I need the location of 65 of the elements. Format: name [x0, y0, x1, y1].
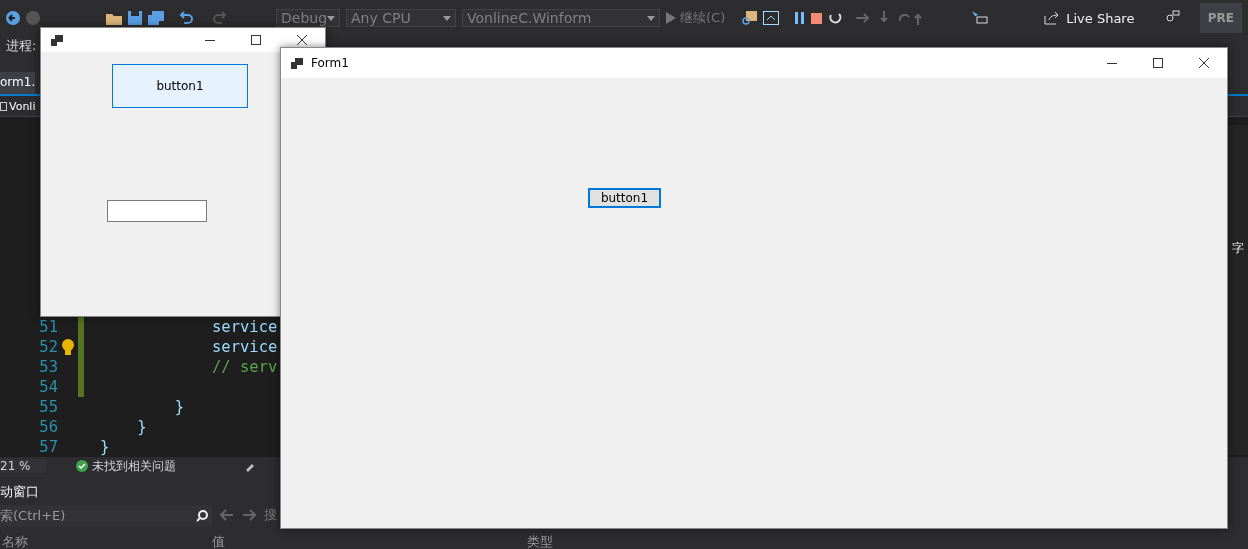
dropdown-arrow-icon	[443, 15, 451, 21]
side-panel-text: 字	[1232, 240, 1244, 257]
form-icon	[51, 34, 63, 46]
dropdown-arrow-icon	[327, 15, 335, 21]
project-dropdown[interactable]: VonlineC.Winform	[462, 9, 660, 27]
find-icon[interactable]	[741, 10, 758, 26]
close-icon	[1199, 58, 1209, 68]
pointer-icon[interactable]	[972, 11, 989, 25]
home-window-icon[interactable]	[763, 11, 780, 25]
project-navigation-dropdown[interactable]: Vonli	[0, 99, 36, 113]
column-header[interactable]: 名称	[0, 533, 210, 549]
line-number: 53	[38, 358, 58, 376]
form-button[interactable]: button1	[588, 188, 661, 208]
process-label: 进程:	[6, 37, 37, 55]
search-field[interactable]: 索(Ctrl+E)	[0, 505, 212, 527]
line-number: 57	[38, 438, 58, 456]
code-line: }	[136, 418, 147, 436]
platform-dropdown[interactable]: Any CPU	[346, 9, 456, 27]
preview-button[interactable]: PRE	[1199, 3, 1242, 33]
live-share-button[interactable]: Live Share	[1044, 10, 1135, 26]
code-line: // serv	[210, 358, 278, 376]
checkmark-icon	[76, 460, 88, 472]
play-icon	[666, 12, 676, 24]
search-icon	[196, 510, 208, 522]
back-arrow-icon[interactable]	[220, 509, 234, 521]
text-input[interactable]	[107, 200, 207, 222]
close-icon	[297, 35, 307, 45]
form-icon	[291, 57, 303, 69]
code-line: }	[100, 438, 110, 456]
stop-icon[interactable]	[811, 12, 823, 24]
window-title: Form1	[311, 56, 349, 70]
save-icon[interactable]	[128, 11, 142, 25]
save-all-icon[interactable]	[148, 11, 164, 25]
line-number: 54	[38, 378, 58, 396]
zoom-dropdown[interactable]: 21 %	[0, 459, 46, 473]
configuration-dropdown[interactable]: Debug	[276, 9, 340, 27]
folder-icon[interactable]	[106, 11, 122, 25]
project-icon	[0, 101, 7, 111]
issues-indicator[interactable]: 未找到相关问题	[76, 457, 176, 475]
maximize-icon	[1153, 58, 1163, 68]
code-line: service	[210, 338, 278, 356]
undo-icon[interactable]	[178, 11, 194, 25]
continue-button[interactable]: 继续(C)	[666, 9, 726, 27]
form-button[interactable]: button1	[112, 64, 248, 108]
back-icon[interactable]	[6, 11, 20, 25]
restart-icon[interactable]	[828, 11, 843, 25]
dropdown-arrow-icon	[647, 15, 655, 21]
minimize-icon	[1107, 62, 1117, 64]
line-number: 55	[38, 398, 58, 416]
panel-title: 动窗口	[0, 483, 40, 501]
pause-icon[interactable]	[795, 12, 806, 24]
forward-arrow-icon[interactable]	[242, 509, 256, 521]
code-line: }	[173, 398, 184, 416]
maximize-icon	[251, 35, 261, 45]
column-header[interactable]: 值	[210, 533, 525, 549]
column-header[interactable]: 类型	[525, 533, 645, 549]
share-icon	[1044, 11, 1061, 25]
code-line: service	[210, 318, 278, 336]
document-tab[interactable]: orm1.	[0, 72, 36, 94]
minimize-icon	[205, 39, 215, 41]
line-number: 51	[38, 318, 58, 336]
search-depth-label: 搜	[264, 506, 277, 524]
lightbulb-icon[interactable]	[62, 339, 74, 355]
line-number: 56	[38, 418, 58, 436]
line-number: 52	[38, 338, 58, 356]
